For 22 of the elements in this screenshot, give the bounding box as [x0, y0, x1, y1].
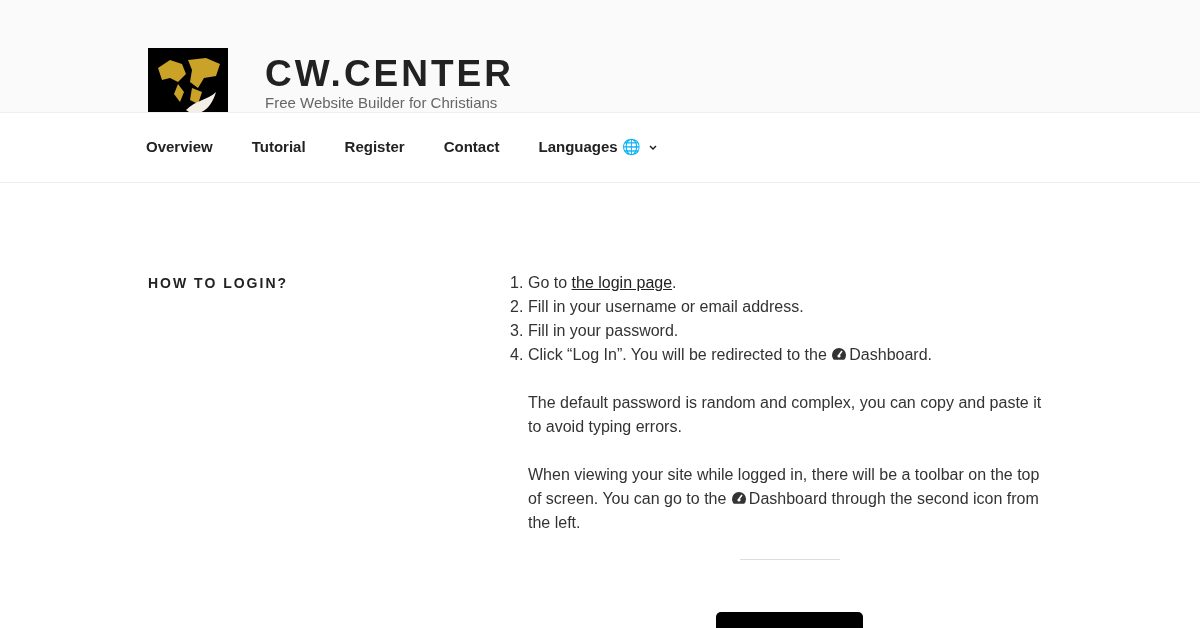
chevron-down-icon — [648, 144, 657, 151]
step-text: Go to the login page. — [528, 273, 677, 293]
note-paragraph: When viewing your site while logged in, there will be a toolbar on the top of screen. You can go to the Dashboard through the second icon from the left. — [527, 465, 1041, 533]
step-number: 4. — [510, 345, 525, 365]
note-paragraph: The default password is random and complex, you can copy and paste it to avoid typing errors. — [527, 393, 1043, 437]
login-page-link[interactable]: the login page — [571, 274, 673, 291]
dashboard-icon — [730, 491, 747, 505]
nav-link[interactable]: Tutorial — [251, 136, 306, 159]
nav-link[interactable]: Register — [344, 136, 405, 159]
section-heading: HOW TO LOGIN? — [148, 274, 290, 293]
site-title[interactable]: CW.CENTER — [265, 54, 514, 94]
nav-link[interactable]: Overview — [146, 136, 213, 159]
step-number: 3. — [510, 321, 525, 341]
dashboard-icon — [831, 347, 848, 361]
languages-menu[interactable]: Languages 🌐 — [538, 136, 657, 159]
site-tagline: Free Website Builder for Christians — [265, 94, 499, 112]
step-text: Fill in your password. — [528, 321, 679, 341]
step-number: 2. — [510, 297, 525, 317]
step-text: Click “Log In”. You will be redirected to the Dashboard. — [528, 345, 932, 365]
nav-link[interactable]: Contact — [443, 136, 500, 159]
step-text: Fill in your username or email address. — [528, 297, 804, 317]
step-number: 1. — [510, 273, 525, 293]
